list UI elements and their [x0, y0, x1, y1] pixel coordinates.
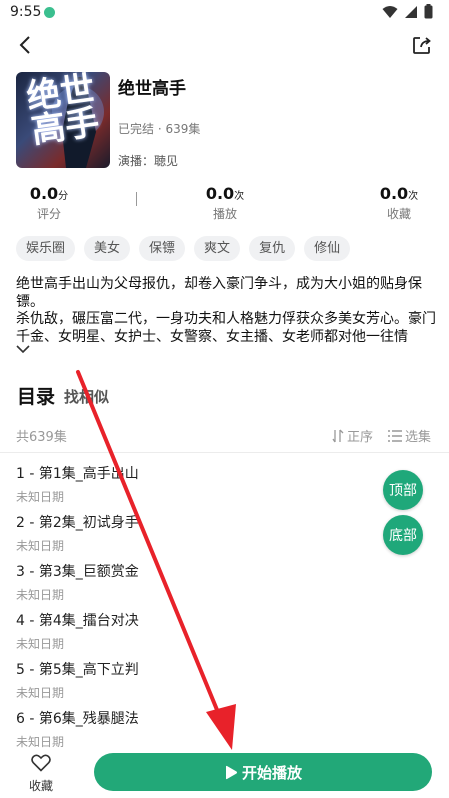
start-play-label: 开始播放 — [241, 763, 302, 782]
list-icon — [388, 429, 402, 442]
episode-title: 6 - 第6集_残暴腿法 — [16, 711, 139, 727]
stat-plays-unit: 次 — [234, 191, 245, 202]
start-play-button[interactable]: 开始播放 — [94, 753, 432, 791]
status-icons — [382, 4, 433, 19]
tag-list: 娱乐圈 美女 保镖 爽文 复仇 修仙 — [16, 236, 351, 261]
stat-favorites: 0.0次 收藏 — [374, 184, 424, 222]
episode-list: 1 - 第1集_高手出山 未知日期 2 - 第2集_初试身手 未知日期 3 - … — [16, 466, 376, 760]
scroll-bottom-button[interactable]: 底部 — [383, 515, 423, 555]
stat-favorites-label: 收藏 — [386, 207, 411, 221]
tag-chip[interactable]: 爽文 — [194, 236, 241, 261]
stat-favorites-unit: 次 — [408, 191, 419, 202]
status-time: 9:55 — [10, 4, 42, 20]
episode-item[interactable]: 1 - 第1集_高手出山 未知日期 — [16, 466, 376, 515]
sort-order-label: 正序 — [347, 430, 374, 445]
episode-date: 未知日期 — [16, 588, 65, 602]
book-description: 绝世高手出山为父母报仇，却卷入豪门争斗，成为大小姐的贴身保镖。 杀仇敌，碾压富二… — [16, 276, 436, 346]
book-narrator: 演播：聴见 — [118, 154, 179, 168]
episode-date: 未知日期 — [16, 490, 65, 504]
tag-chip[interactable]: 美女 — [84, 236, 131, 261]
share-icon[interactable] — [411, 34, 433, 56]
episode-item[interactable]: 3 - 第3集_巨额赏金 未知日期 — [16, 564, 376, 613]
scroll-top-button[interactable]: 顶部 — [383, 470, 423, 510]
find-similar-tab[interactable]: 找相似 — [64, 386, 109, 407]
stat-rating-label: 评分 — [36, 207, 61, 221]
episode-item[interactable]: 2 - 第2集_初试身手 未知日期 — [16, 515, 376, 564]
play-icon — [225, 765, 237, 779]
episode-title: 4 - 第4集_擂台对决 — [16, 613, 139, 629]
sort-order-button[interactable]: 正序 — [332, 426, 373, 445]
stat-favorites-value: 0.0 — [379, 184, 409, 203]
episode-item[interactable]: 4 - 第4集_擂台对决 未知日期 — [16, 613, 376, 662]
book-status: 已完结 · 639集 — [118, 122, 201, 136]
episode-title: 2 - 第2集_初试身手 — [16, 515, 139, 531]
tag-chip[interactable]: 复仇 — [249, 236, 296, 261]
tag-chip[interactable]: 保镖 — [139, 236, 186, 261]
select-episodes-button[interactable]: 选集 — [388, 426, 431, 445]
stat-rating-unit: 分 — [58, 191, 69, 202]
sort-icon — [332, 429, 344, 442]
episode-date: 未知日期 — [16, 539, 65, 553]
section-divider — [0, 452, 449, 453]
wifi-icon — [382, 5, 398, 18]
episode-count: 共639集 — [16, 430, 67, 445]
book-cover: 绝世高手 — [16, 72, 110, 168]
description-line: 绝世高手出山为父母报仇，却卷入豪门争斗，成为大小姐的贴身保镖。 — [16, 276, 422, 310]
episode-item[interactable]: 5 - 第5集_高下立判 未知日期 — [16, 662, 376, 711]
signal-icon — [405, 5, 417, 18]
book-title: 绝世高手 — [118, 79, 186, 99]
episode-date: 未知日期 — [16, 637, 65, 651]
favorite-label: 收藏 — [28, 779, 53, 793]
expand-chevron-icon[interactable] — [16, 344, 30, 354]
stat-divider — [136, 192, 137, 206]
favorite-button[interactable]: 收藏 — [22, 754, 60, 794]
stat-plays-label: 播放 — [212, 207, 237, 221]
cover-title-text: 绝世高手 — [24, 72, 102, 152]
description-line: 杀仇敌，碾压富二代，一身功夫和人格魅力俘获众多美女芳心。豪门千金、女明星、女护士… — [16, 311, 436, 345]
episode-title: 5 - 第5集_高下立判 — [16, 662, 139, 678]
tag-chip[interactable]: 修仙 — [304, 236, 351, 261]
notification-dot-icon — [44, 7, 55, 18]
episode-date: 未知日期 — [16, 686, 65, 700]
episode-title: 1 - 第1集_高手出山 — [16, 466, 139, 482]
tag-chip[interactable]: 娱乐圈 — [16, 236, 76, 261]
stat-plays: 0.0次 播放 — [200, 184, 250, 222]
stat-rating-value: 0.0 — [29, 184, 59, 203]
episode-title: 3 - 第3集_巨额赏金 — [16, 564, 139, 580]
stat-plays-value: 0.0 — [205, 184, 235, 203]
heart-icon — [31, 754, 51, 772]
back-arrow-icon[interactable] — [14, 33, 38, 57]
catalog-title: 目录 — [17, 386, 56, 408]
status-bar: 9:55 — [0, 0, 449, 26]
select-episodes-label: 选集 — [405, 430, 432, 445]
stat-rating: 0.0分 评分 — [24, 184, 74, 222]
battery-icon — [424, 4, 433, 19]
